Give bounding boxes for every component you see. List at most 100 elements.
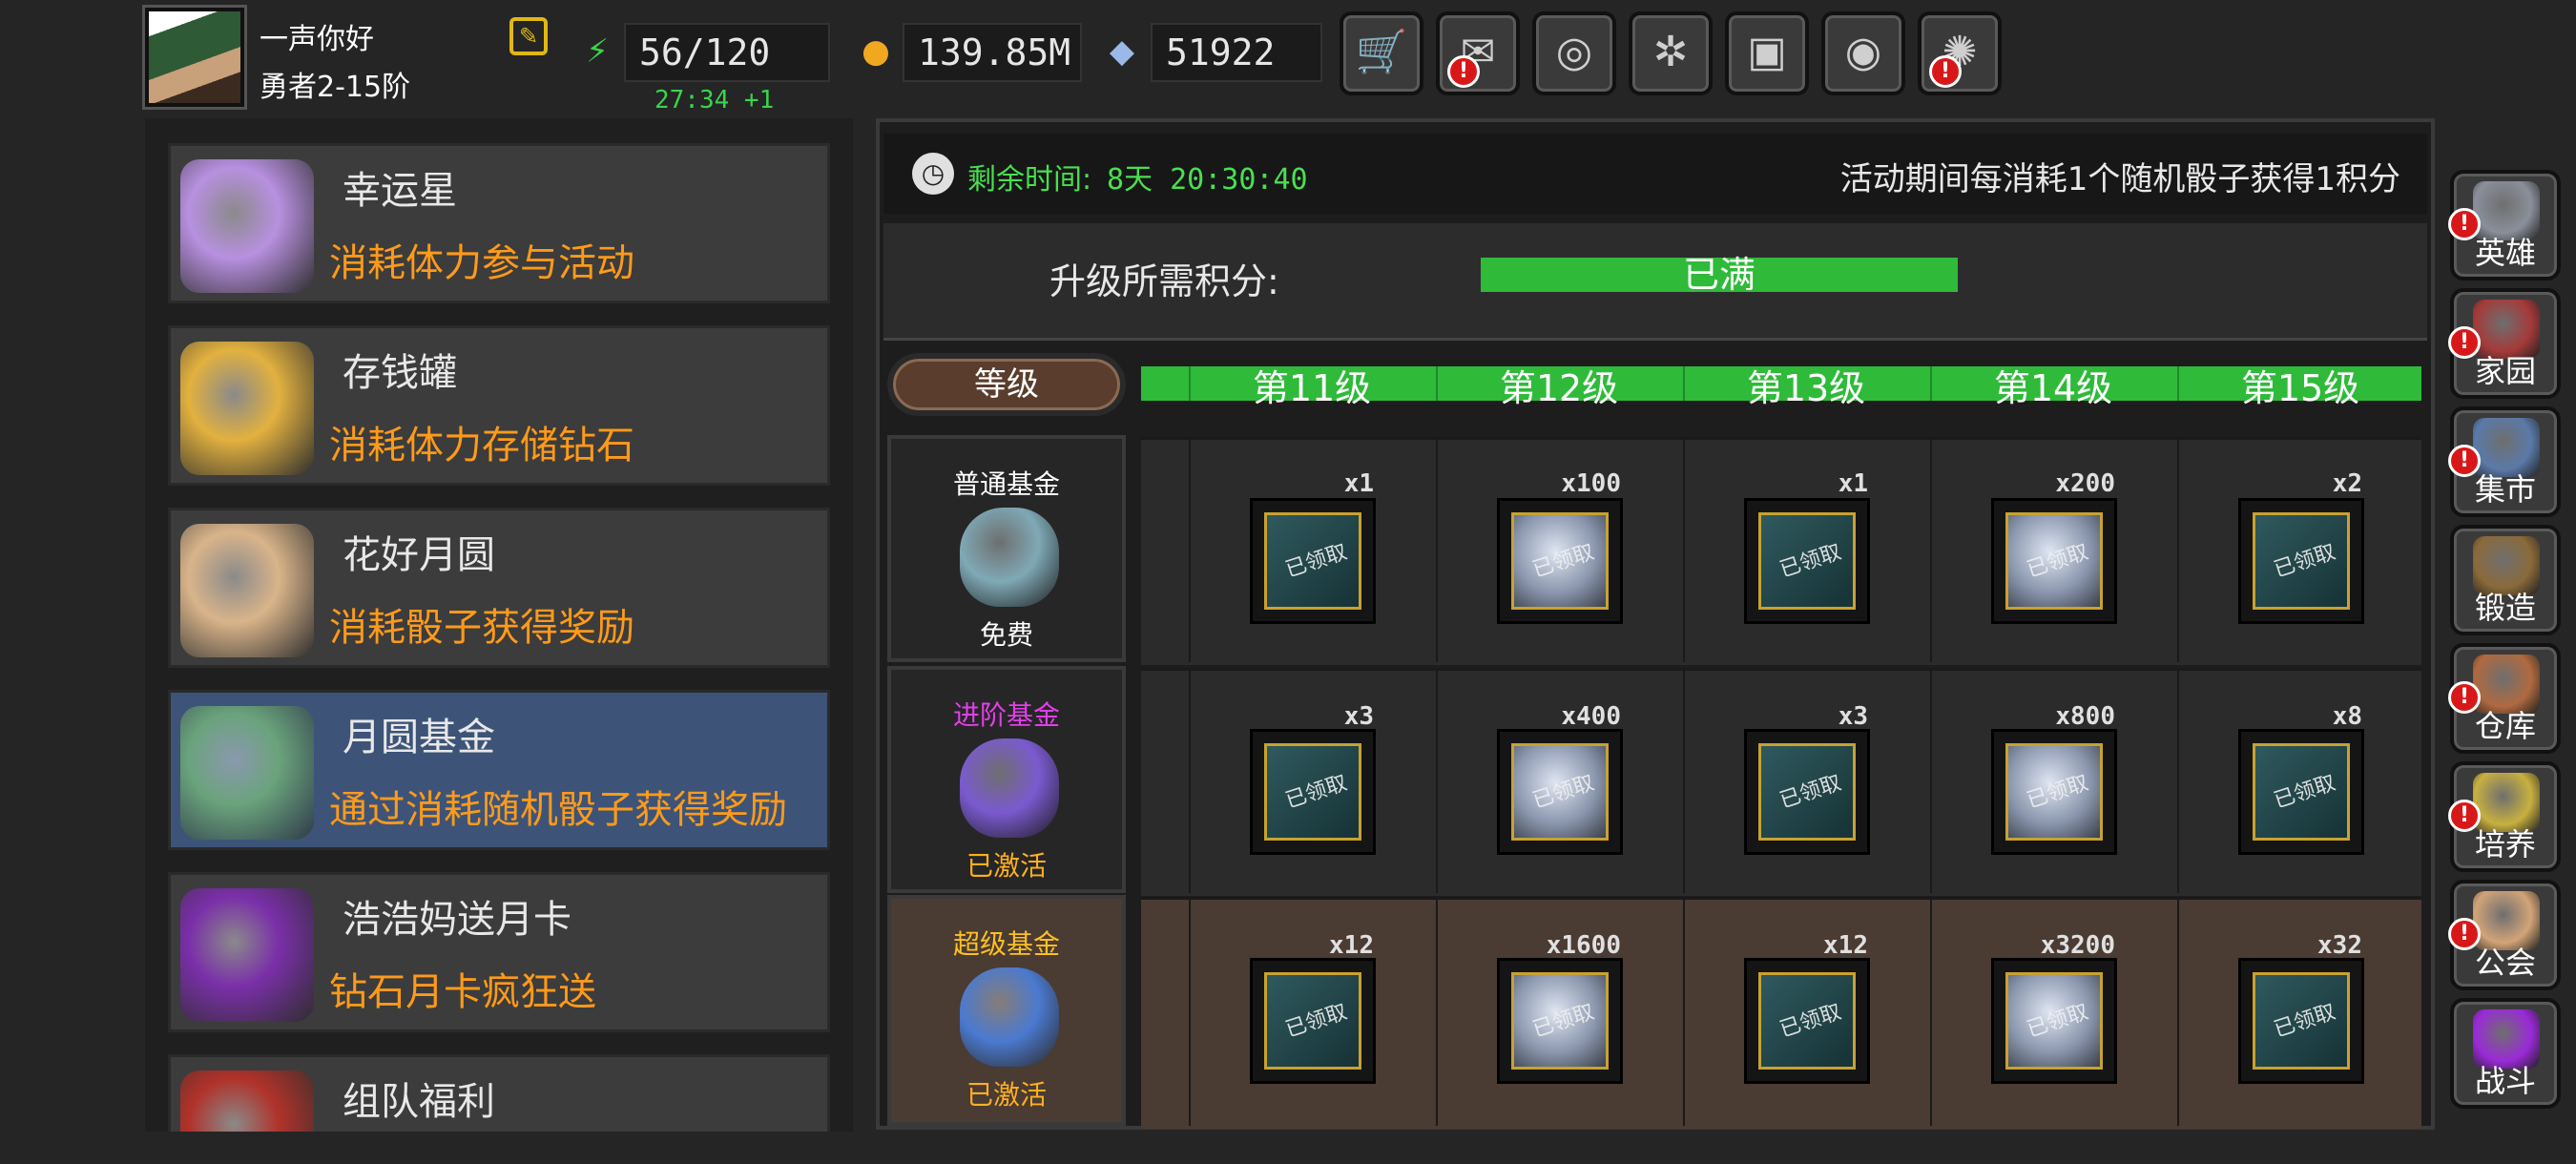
column-divider (2177, 897, 2179, 1126)
camera-button[interactable]: ◉ (1821, 11, 1905, 95)
reward-chest-slot[interactable]: 已领取 (2238, 958, 2364, 1084)
event-icon (180, 888, 314, 1022)
claimed-stamp: 已领取 (2271, 540, 2339, 583)
claimed-stamp: 已领取 (2271, 771, 2339, 814)
side-menu-7[interactable]: 战斗 (2450, 998, 2561, 1109)
level-divider (1930, 366, 1932, 401)
chest-icon: 已领取 (2253, 512, 2350, 610)
side-menu-label: 战斗 (2474, 1063, 2536, 1099)
column-divider (2177, 668, 2179, 893)
diamond-icon: 已领取 (2005, 972, 2103, 1070)
event-item[interactable]: 月圆基金 通过消耗随机骰子获得奖励 (168, 690, 830, 850)
reward-diamond-slot[interactable]: 已领取 (1497, 498, 1623, 624)
fund-tier-cell[interactable]: 超级基金 已激活 (887, 895, 1126, 1126)
reward-chest-slot[interactable]: 已领取 (1744, 958, 1870, 1084)
alert-badge: ! (1447, 55, 1480, 88)
side-menu-5[interactable]: 培养! (2448, 761, 2561, 872)
diamond-icon: ◆ (1109, 32, 1135, 71)
gamepad-button[interactable]: ◎ (1532, 11, 1616, 95)
reward-diamond-slot[interactable]: 已领取 (1991, 498, 2117, 624)
event-icon (180, 524, 314, 657)
gold-coin-icon: ● (862, 32, 890, 71)
reward-diamond-slot[interactable]: 已领取 (1497, 729, 1623, 855)
stamina-timer: 27:34 +1 (654, 86, 775, 114)
reward-diamond-slot[interactable]: 已领取 (1991, 958, 2117, 1084)
fireworks-button[interactable]: ✺! (1918, 11, 2002, 95)
event-title: 存钱罐 (343, 351, 457, 395)
chest-icon: 已领取 (1264, 743, 1361, 841)
remaining-time-value: 8天 20:30:40 (1107, 163, 1308, 197)
activity-description: 活动期间每消耗1个随机骰子获得1积分 (1839, 160, 2400, 198)
gamepad-icon: ◎ (1555, 28, 1593, 76)
event-subtitle: 钻石月卡疯狂送 (329, 970, 596, 1014)
column-divider (1436, 897, 1438, 1126)
mail-button[interactable]: ✉! (1436, 11, 1520, 95)
column-divider (1189, 437, 1191, 662)
event-item[interactable]: 组队福利 (168, 1054, 830, 1132)
player-avatar[interactable] (145, 8, 244, 107)
reward-diamond-slot[interactable]: 已领取 (1991, 729, 2117, 855)
event-item[interactable]: 花好月圆 消耗骰子获得奖励 (168, 508, 830, 668)
reward-chest-slot[interactable]: 已领取 (1250, 498, 1376, 624)
gear-icon: ✲ (1652, 28, 1689, 76)
reward-chest-slot[interactable]: 已领取 (1744, 498, 1870, 624)
reward-chest-slot[interactable]: 已领取 (1250, 729, 1376, 855)
reward-quantity: x1 (1838, 469, 1868, 498)
reward-quantity: x3 (1838, 702, 1868, 731)
chest-icon: 已领取 (2253, 743, 2350, 841)
event-item[interactable]: 浩浩妈送月卡钻石月卡疯狂送 (168, 872, 830, 1032)
column-divider (1189, 897, 1191, 1126)
column-divider (1683, 668, 1685, 893)
column-divider (1930, 668, 1932, 893)
event-title: 浩浩妈送月卡 (343, 898, 571, 942)
chest-icon: 已领取 (2253, 972, 2350, 1070)
level-header-button[interactable]: 等级 (887, 353, 1126, 416)
remaining-time-label: 剩余时间: (967, 163, 1092, 197)
fund-bag-icon (960, 967, 1059, 1067)
event-list[interactable]: 幸运星 消耗体力参与活动 存钱罐 消耗体力存储钻石 花好月圆 消耗骰子获得奖励 月圆基金 通过… (145, 118, 853, 1132)
side-menu-3[interactable]: 锻造 (2450, 525, 2561, 635)
chest-icon: 已领取 (1758, 972, 1856, 1070)
level-divider (2177, 366, 2179, 401)
gift-icon: ▣ (1747, 28, 1787, 76)
claimed-stamp: 已领取 (2024, 771, 2092, 814)
chest-icon: 已领取 (1264, 512, 1361, 610)
alert-badge: ! (2448, 918, 2481, 950)
side-menu-6[interactable]: 公会! (2448, 880, 2561, 990)
reward-chest-slot[interactable]: 已领取 (1250, 958, 1376, 1084)
event-item[interactable]: 幸运星 消耗体力参与活动 (168, 143, 830, 303)
claimed-stamp: 已领取 (2271, 1000, 2339, 1043)
level-label: 第11级 (1252, 367, 1372, 409)
column-divider (1930, 897, 1932, 1126)
side-menu-1[interactable]: 家园! (2448, 288, 2561, 399)
fund-tier-cell[interactable]: 进阶基金 已激活 (887, 666, 1126, 893)
claimed-stamp: 已领取 (1529, 1000, 1598, 1043)
fund-tier-name: 普通基金 (952, 468, 1060, 500)
event-title: 花好月圆 (343, 533, 495, 577)
claimed-stamp: 已领取 (1282, 540, 1351, 583)
event-item[interactable]: 存钱罐 消耗体力存储钻石 (168, 325, 830, 486)
reward-quantity: x100 (1561, 469, 1621, 498)
cart-icon: 🛒 (1355, 28, 1408, 76)
alert-badge: ! (2448, 326, 2481, 359)
alert-badge: ! (2448, 208, 2481, 240)
fund-tier-cell[interactable]: 普通基金 免费 (887, 435, 1126, 662)
edit-name-icon[interactable]: ✎ (509, 17, 548, 55)
side-menu-2[interactable]: 集市! (2448, 406, 2561, 517)
clock-icon: ◷ (912, 153, 954, 195)
side-menu-0[interactable]: 英雄! (2448, 170, 2561, 281)
diamond-icon: 已领取 (1511, 972, 1609, 1070)
reward-diamond-slot[interactable]: 已领取 (1497, 958, 1623, 1084)
reward-chest-slot[interactable]: 已领取 (1744, 729, 1870, 855)
column-divider (1436, 437, 1438, 662)
settings-button[interactable]: ✲ (1629, 11, 1713, 95)
event-icon (180, 342, 314, 475)
diamond-icon: 已领取 (1511, 512, 1609, 610)
shop-button[interactable]: 🛒 (1340, 11, 1423, 95)
side-menu-4[interactable]: 仓库! (2448, 643, 2561, 754)
gift-button[interactable]: ▣ (1725, 11, 1809, 95)
reward-chest-slot[interactable]: 已领取 (2238, 729, 2364, 855)
alert-badge: ! (2448, 800, 2481, 832)
reward-chest-slot[interactable]: 已领取 (2238, 498, 2364, 624)
claimed-stamp: 已领取 (1776, 1000, 1845, 1043)
